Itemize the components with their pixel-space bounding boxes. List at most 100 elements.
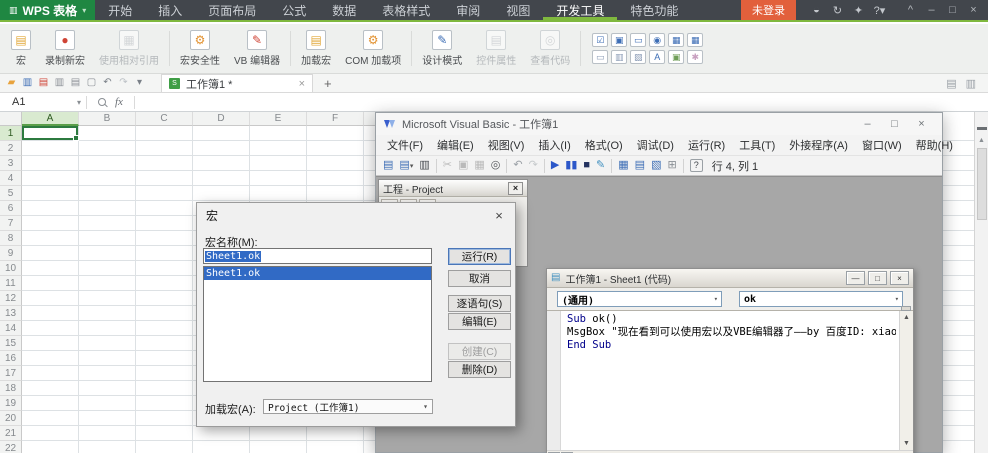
sheet-vertical-scrollbar[interactable]: ▲: [974, 112, 988, 453]
vb-menu-插入(I)[interactable]: 插入(I): [531, 135, 577, 155]
combobox-control-icon[interactable]: ▦: [687, 33, 703, 47]
column-header-D[interactable]: D: [193, 112, 250, 126]
row-header-15[interactable]: 15: [0, 336, 22, 351]
menu-页面布局[interactable]: 页面布局: [195, 0, 269, 20]
scrollbar-control-icon[interactable]: ▧: [630, 50, 646, 64]
vb-menu-帮助(H)[interactable]: 帮助(H): [909, 135, 960, 155]
project-panel-close-icon[interactable]: ×: [508, 182, 523, 195]
wps-logo[interactable]: ▥ WPS 表格 ▾: [0, 0, 95, 20]
column-header-C[interactable]: C: [136, 112, 193, 126]
code-window-close-icon[interactable]: ×: [890, 271, 909, 285]
row-header-7[interactable]: 7: [0, 216, 22, 231]
print-icon[interactable]: ▥: [52, 78, 67, 88]
menu-视图[interactable]: 视图: [493, 0, 543, 20]
refresh-icon[interactable]: ↻: [827, 4, 848, 17]
pause-icon[interactable]: ▮▮: [565, 160, 577, 171]
open-file-icon[interactable]: ▰: [4, 78, 19, 88]
split-handle[interactable]: [977, 127, 987, 130]
qat-more-icon[interactable]: ▾: [132, 78, 147, 88]
ribbon-button-加载宏[interactable]: ▤加载宏: [294, 24, 338, 73]
macro-name-input[interactable]: Sheet1.ok: [203, 248, 432, 264]
column-header-E[interactable]: E: [250, 112, 307, 126]
name-box[interactable]: A1 ▾: [0, 93, 86, 111]
ribbon-button-COM 加载项[interactable]: ⚙COM 加载项: [338, 24, 408, 73]
vb-menu-运行(R)[interactable]: 运行(R): [681, 135, 732, 155]
image-combo-control-icon[interactable]: ▣: [611, 33, 627, 47]
ribbon-button-宏安全性[interactable]: ⚙宏安全性: [173, 24, 227, 73]
ribbon-button-录制新宏[interactable]: ●录制新宏: [38, 24, 92, 73]
step-into-button[interactable]: 逐语句(S): [448, 295, 511, 312]
scroll-up-icon[interactable]: ▲: [978, 137, 985, 144]
row-header-4[interactable]: 4: [0, 171, 22, 186]
delete-button[interactable]: 删除(D): [448, 361, 511, 378]
menu-插入[interactable]: 插入: [145, 0, 195, 20]
code-window-maximize-icon[interactable]: □: [868, 271, 887, 285]
row-header-6[interactable]: 6: [0, 201, 22, 216]
select-all-corner[interactable]: [0, 112, 22, 126]
vb-menu-调试(D)[interactable]: 调试(D): [630, 135, 681, 155]
cancel-button[interactable]: 取消: [448, 270, 511, 287]
object-browser-icon[interactable]: ▧: [651, 160, 661, 171]
login-button[interactable]: 未登录: [741, 0, 796, 20]
row-header-2[interactable]: 2: [0, 141, 22, 156]
spinner-control-icon[interactable]: ▥: [611, 50, 627, 64]
menu-开发工具[interactable]: 开发工具: [543, 0, 617, 20]
new-file-icon[interactable]: ▤: [383, 160, 393, 171]
save-icon[interactable]: ▥: [419, 160, 429, 171]
layout-icon[interactable]: ▥: [966, 77, 976, 90]
tab-close-icon[interactable]: ×: [299, 78, 305, 90]
vb-titlebar[interactable]: Microsoft Visual Basic - 工作簿1 –□×: [376, 113, 942, 135]
code-window-minimize-icon[interactable]: —: [846, 271, 865, 285]
vb-menu-窗口(W)[interactable]: 窗口(W): [855, 135, 909, 155]
label-control-icon[interactable]: A: [649, 50, 665, 64]
column-header-A[interactable]: A: [22, 112, 79, 126]
insert-function-icon[interactable]: fx: [115, 96, 123, 108]
project-explorer-icon[interactable]: ▦: [618, 160, 628, 171]
zoom-formula-icon[interactable]: [98, 98, 106, 106]
properties-window-icon[interactable]: ▤: [635, 160, 645, 171]
groupbox-control-icon[interactable]: ▭: [592, 50, 608, 64]
checkbox-control-icon[interactable]: ☑: [592, 33, 608, 47]
row-header-16[interactable]: 16: [0, 351, 22, 366]
insert-userform-icon[interactable]: ▤▾: [399, 160, 413, 171]
code-editor-area[interactable]: Sub ok()MsgBox "现在看到可以使用宏以及VBE编辑器了——by 百…: [547, 310, 913, 450]
help-icon[interactable]: ?: [690, 159, 703, 172]
workbook-tab[interactable]: S 工作簿1 * ×: [161, 74, 313, 92]
row-header-8[interactable]: 8: [0, 231, 22, 246]
vb-minimize-icon[interactable]: –: [854, 118, 881, 130]
collapse-ribbon-icon[interactable]: ^: [900, 4, 921, 16]
procedure-dropdown[interactable]: ok ▾: [739, 291, 903, 307]
new-tab-button[interactable]: +: [313, 76, 343, 91]
row-header-1[interactable]: 1: [0, 126, 22, 141]
split-handle[interactable]: [901, 306, 911, 311]
run-icon[interactable]: ▶: [551, 160, 559, 171]
row-header-11[interactable]: 11: [0, 276, 22, 291]
edit-button[interactable]: 编辑(E): [448, 313, 511, 330]
row-header-21[interactable]: 21: [0, 426, 22, 441]
menu-审阅[interactable]: 审阅: [443, 0, 493, 20]
close-icon[interactable]: ×: [963, 4, 984, 16]
project-panel-header[interactable]: 工程 - Project ×: [379, 180, 527, 197]
menu-数据[interactable]: 数据: [319, 0, 369, 20]
new-doc-icon[interactable]: ▢: [84, 78, 99, 88]
menu-表格样式[interactable]: 表格样式: [369, 0, 443, 20]
find-icon[interactable]: ◎: [491, 160, 501, 171]
menu-公式[interactable]: 公式: [269, 0, 319, 20]
row-header-10[interactable]: 10: [0, 261, 22, 276]
skin-icon[interactable]: ✦: [848, 4, 869, 17]
row-header-19[interactable]: 19: [0, 396, 22, 411]
help-icon[interactable]: ?▾: [869, 4, 890, 17]
more-controls-icon[interactable]: ✱: [687, 50, 703, 64]
vb-maximize-icon[interactable]: □: [881, 118, 908, 130]
vb-menu-文件(F)[interactable]: 文件(F): [380, 135, 430, 155]
row-header-20[interactable]: 20: [0, 411, 22, 426]
menu-开始[interactable]: 开始: [95, 0, 145, 20]
macro-list[interactable]: Sheet1.ok: [203, 266, 432, 382]
ribbon-button-VB 编辑器[interactable]: ✎VB 编辑器: [227, 24, 287, 73]
row-header-14[interactable]: 14: [0, 321, 22, 336]
option-button-control-icon[interactable]: ◉: [649, 33, 665, 47]
row-header-22[interactable]: 22: [0, 441, 22, 453]
maximize-icon[interactable]: □: [942, 4, 963, 16]
dialog-close-icon[interactable]: ×: [490, 207, 508, 223]
macros-in-dropdown[interactable]: Project (工作簿1) ▾: [263, 399, 433, 414]
